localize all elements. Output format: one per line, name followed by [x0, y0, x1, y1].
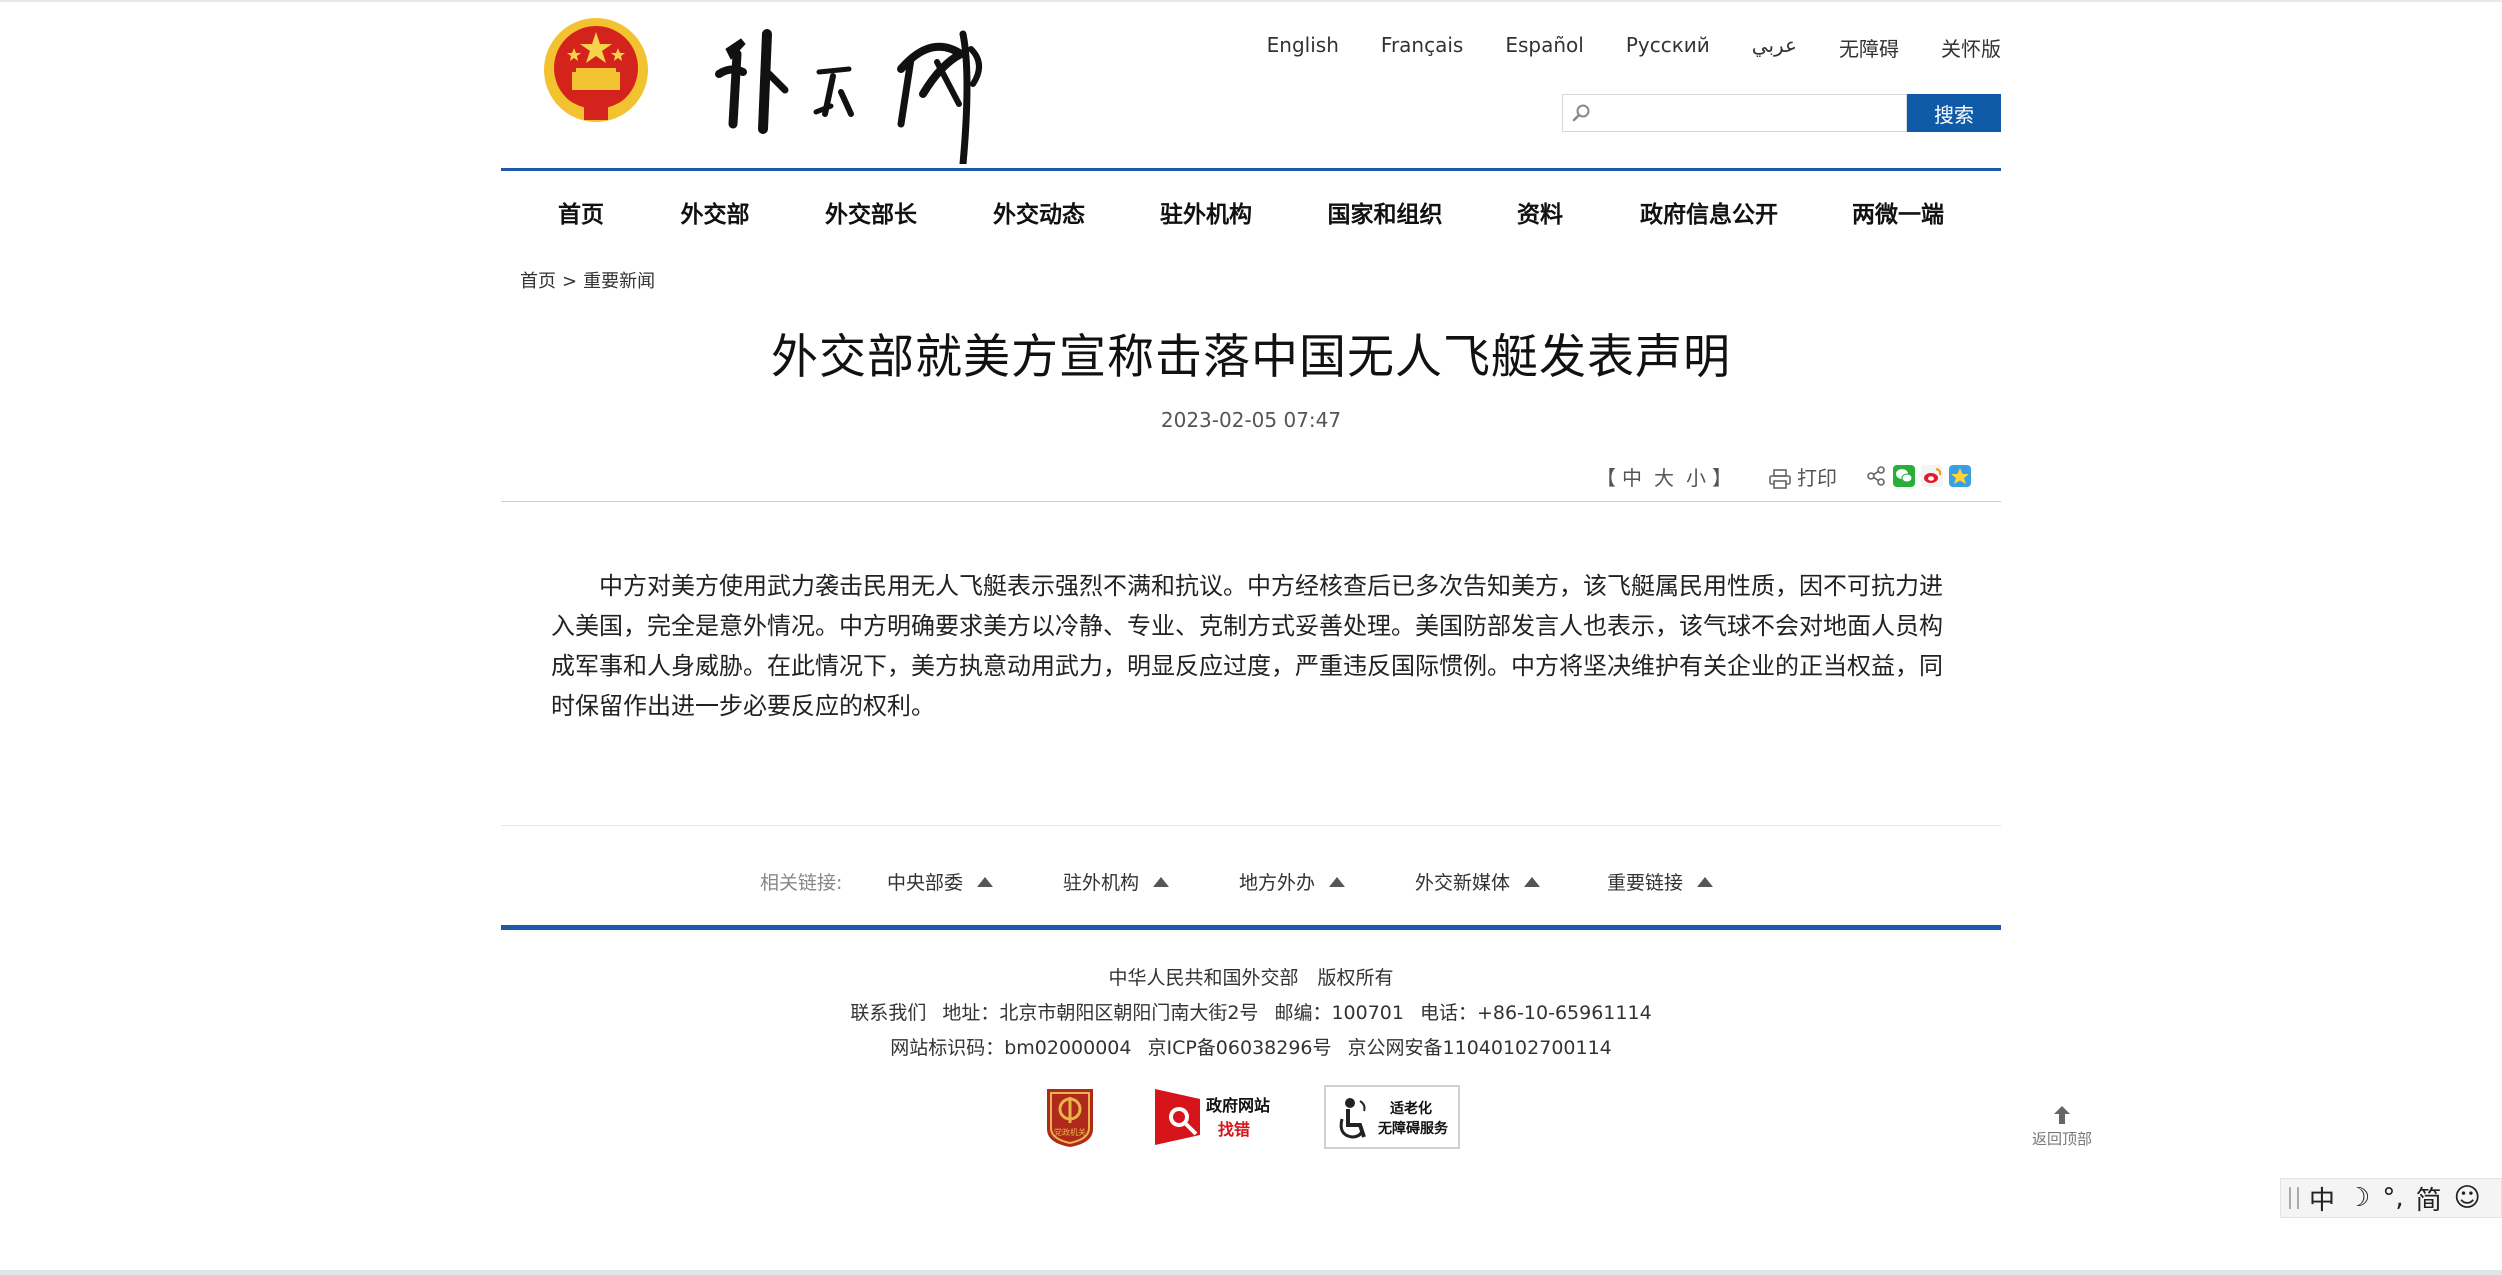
search-icon	[1572, 104, 1590, 122]
accessibility-service-badge[interactable]: 适老化 无障碍服务	[1324, 1085, 1460, 1149]
font-size-switcher: 【中大小】	[1596, 462, 1732, 491]
lang-arabic[interactable]: عربي	[1752, 33, 1797, 62]
gov-website-error-badge[interactable]: 政府网站 找错	[1152, 1085, 1282, 1149]
lang-english[interactable]: English	[1267, 33, 1339, 62]
bottom-border	[0, 1270, 2502, 1275]
share-icon[interactable]	[1865, 465, 1887, 487]
lang-spanish[interactable]: Español	[1505, 33, 1583, 62]
nav-item-minister[interactable]: 外交部长	[825, 195, 917, 229]
lang-russian[interactable]: Русский	[1626, 33, 1710, 62]
wechat-icon[interactable]	[1893, 465, 1915, 487]
printer-icon	[1769, 469, 1791, 489]
related-central-ministries[interactable]: 中央部委	[887, 868, 994, 895]
ime-simplified-mode[interactable]: 简	[2416, 1180, 2442, 1217]
bracket-open: 【	[1596, 466, 1616, 490]
font-size-large[interactable]: 大	[1654, 466, 1674, 490]
related-item-label: 地方外办	[1239, 872, 1316, 894]
share-bar	[1865, 465, 1971, 487]
triangle-up-icon	[1524, 877, 1541, 887]
print-button[interactable]: 打印	[1769, 462, 1837, 491]
article-title: 外交部就美方宣称击落中国无人飞艇发表声明	[771, 330, 1731, 385]
search-input[interactable]	[1593, 95, 1897, 131]
page-container: English Français Español Русский عربي 无障…	[501, 0, 2092, 1275]
related-diplomatic-new-media[interactable]: 外交新媒体	[1415, 868, 1541, 895]
related-item-label: 重要链接	[1607, 872, 1684, 894]
nav-item-missions-abroad[interactable]: 驻外机构	[1160, 195, 1252, 229]
article-body: 中方对美方使用武力袭击民用无人飞艇表示强烈不满和抗议。中方经核查后已多次告知美方…	[551, 572, 1943, 720]
qzone-icon[interactable]	[1949, 465, 1971, 487]
footer-icp[interactable]: 京ICP备06038296号	[1147, 1037, 1331, 1059]
footer-site-code: 网站标识码：bm02000004	[890, 1037, 1132, 1059]
moon-icon[interactable]: ☽	[2347, 1183, 2370, 1213]
footer-police-record[interactable]: 京公网安备11040102700114	[1348, 1037, 1612, 1059]
related-important-links[interactable]: 重要链接	[1607, 868, 1714, 895]
footer-phone: 电话：+86-10-65961114	[1419, 1002, 1652, 1024]
gov-badge-sub: 找错	[1218, 1120, 1250, 1139]
arrow-up-icon	[2054, 1106, 2070, 1124]
footer-divider	[501, 925, 2001, 930]
breadcrumb-current[interactable]: 重要新闻	[583, 271, 655, 292]
nav-item-ministry[interactable]: 外交部	[681, 195, 750, 229]
related-item-label: 外交新媒体	[1415, 872, 1511, 894]
footer-contact-us[interactable]: 联系我们	[850, 1002, 926, 1024]
ime-toolbar: 中 ☽ °, 简 ☺	[2280, 1178, 2502, 1218]
access-badge-title: 适老化	[1390, 1100, 1432, 1117]
search-button[interactable]: 搜索	[1907, 94, 2001, 132]
main-nav: 首页 外交部 外交部长 外交动态 驻外机构 国家和组织 资料 政府信息公开 两微…	[501, 168, 2001, 244]
ime-chinese-mode[interactable]: 中	[2309, 1180, 2335, 1217]
related-links: 相关链接: 中央部委 驻外机构 地方外办 外交新媒体 重要链接	[501, 825, 2001, 927]
nav-item-government-info[interactable]: 政府信息公开	[1640, 195, 1778, 229]
lang-french[interactable]: Français	[1381, 33, 1463, 62]
back-to-top-label: 返回顶部	[2031, 1130, 2092, 1148]
back-to-top-button[interactable]: 返回顶部	[2027, 1106, 2097, 1149]
weibo-icon[interactable]	[1921, 465, 1943, 487]
access-badge-sub: 无障碍服务	[1377, 1120, 1449, 1137]
bracket-close: 】	[1712, 466, 1732, 490]
triangle-up-icon	[1153, 877, 1170, 887]
footer-badges: 党政机关 政府网站 找错 适老化 无障碍服务	[501, 1085, 2001, 1149]
nav-item-countries-organizations[interactable]: 国家和组织	[1328, 195, 1443, 229]
related-missions-abroad[interactable]: 驻外机构	[1063, 868, 1170, 895]
triangle-up-icon	[1329, 877, 1346, 887]
breadcrumb-home[interactable]: 首页	[520, 271, 556, 292]
breadcrumb: 首页 > 重要新闻	[520, 267, 655, 293]
nav-item-resources[interactable]: 资料	[1517, 195, 1563, 229]
related-local-foreign-offices[interactable]: 地方外办	[1239, 868, 1346, 895]
smiley-icon[interactable]: ☺	[2454, 1183, 2481, 1213]
breadcrumb-separator: >	[562, 271, 578, 292]
related-item-label: 驻外机构	[1063, 872, 1140, 894]
lang-accessibility[interactable]: 无障碍	[1839, 33, 1899, 62]
article-date: 2023-02-05 07:47	[1160, 408, 1342, 432]
nav-item-social-media[interactable]: 两微一端	[1852, 195, 1944, 229]
triangle-up-icon	[977, 877, 994, 887]
related-links-label: 相关链接:	[760, 872, 843, 894]
footer-registration: 网站标识码：bm02000004 京ICP备06038296号 京公网安备11040…	[501, 1033, 2001, 1060]
ime-punctuation-mode[interactable]: °,	[2382, 1183, 2403, 1213]
nav-item-diplomatic-news[interactable]: 外交动态	[993, 195, 1085, 229]
related-item-label: 中央部委	[887, 872, 964, 894]
footer-contact: 联系我们 地址：北京市朝阳区朝阳门南大街2号 邮编：100701 电话：+86-10-…	[501, 998, 2001, 1025]
national-emblem-icon	[544, 18, 648, 122]
font-size-medium[interactable]: 中	[1622, 466, 1642, 490]
triangle-up-icon	[1697, 877, 1714, 887]
footer-postcode: 邮编：100701	[1274, 1002, 1404, 1024]
font-size-small[interactable]: 小	[1686, 466, 1706, 490]
ministry-calligraphy-logo	[715, 29, 982, 164]
footer-copyright: 中华人民共和国外交部 版权所有	[1108, 967, 1394, 989]
party-government-badge-icon[interactable]: 党政机关	[1043, 1085, 1097, 1149]
party-badge-text: 党政机关	[1054, 1127, 1086, 1137]
lang-elderly-care[interactable]: 关怀版	[1941, 33, 2001, 62]
print-label: 打印	[1797, 466, 1837, 490]
gov-badge-title: 政府网站	[1206, 1096, 1270, 1115]
ime-drag-handle[interactable]	[2289, 1187, 2299, 1209]
language-switcher: English Français Español Русский عربي 无障…	[1225, 33, 2001, 62]
footer-address: 地址：北京市朝阳区朝阳门南大街2号	[942, 1002, 1259, 1024]
nav-item-home[interactable]: 首页	[558, 195, 604, 229]
article-toolbar: 【中大小】 打印	[501, 462, 2001, 502]
search-box	[1562, 94, 1907, 132]
